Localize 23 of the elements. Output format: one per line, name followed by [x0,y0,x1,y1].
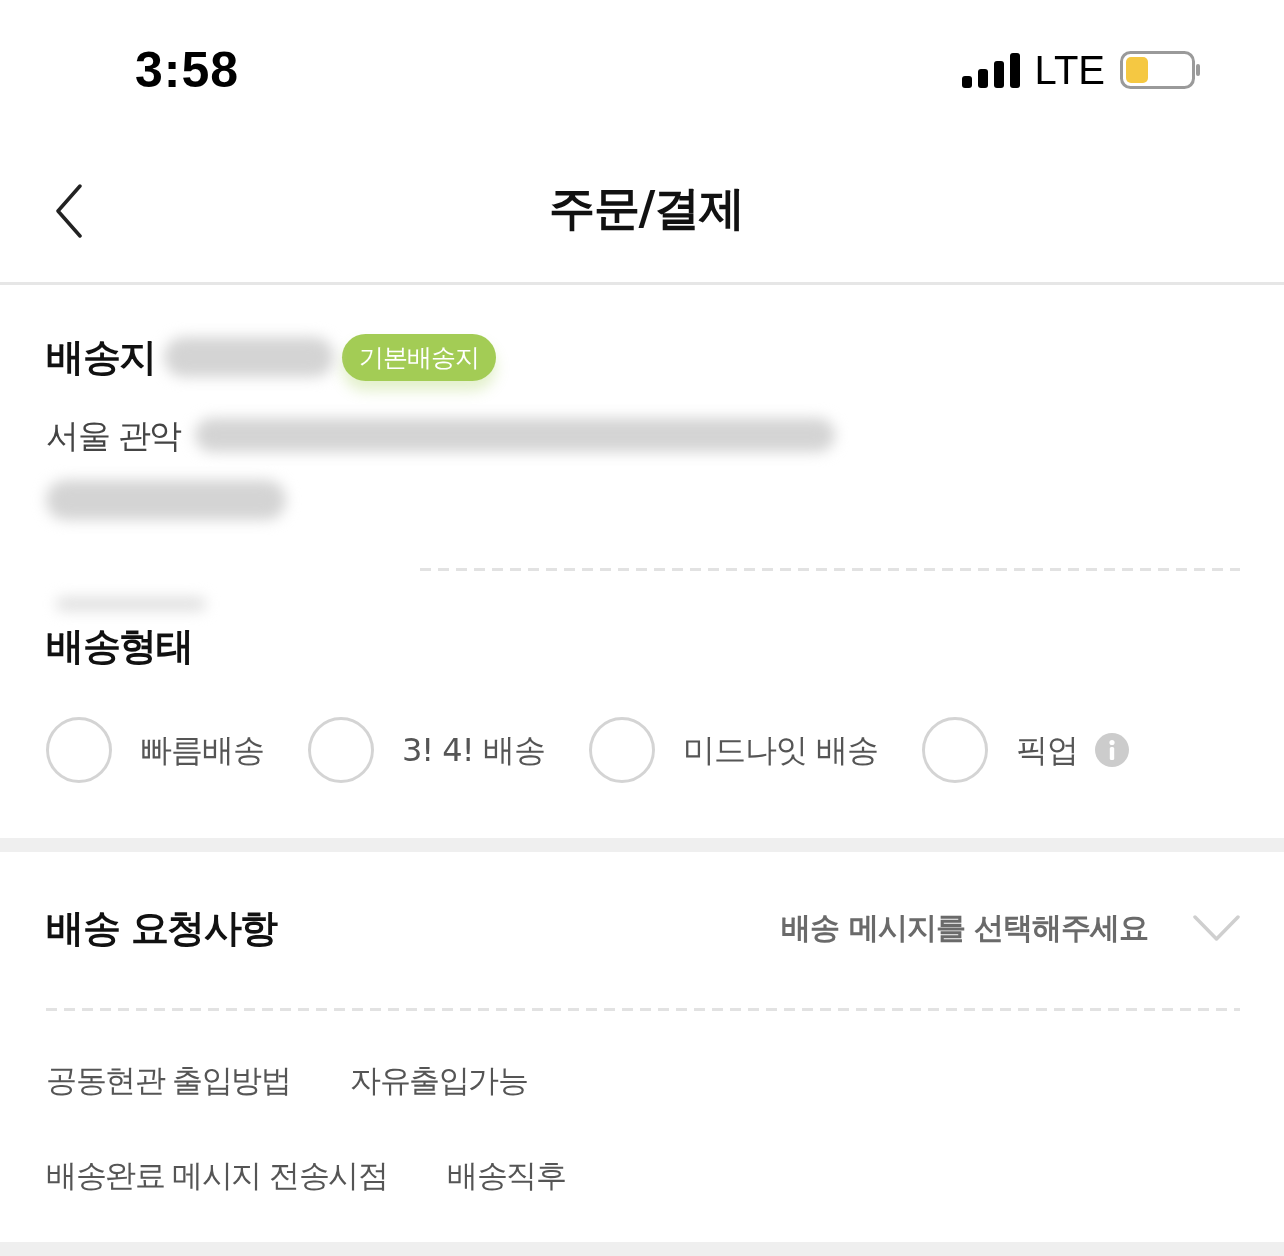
detail-value: 배송직후 [447,1159,566,1191]
chevron-left-icon [55,184,83,238]
radio-label[interactable]: 3! 4! 배송 [402,734,545,766]
section-heading: 배송 요청사항 [46,909,277,947]
page-title: 주문/결제 [548,180,745,237]
signal-icon [961,52,1020,88]
detail-label: 공동현관 출입방법 [46,1064,291,1096]
detail-label: 배송완료 메시지 전송시점 [46,1159,388,1191]
address-text: 서울 관악 [46,418,181,452]
network-label: LTE [1034,50,1105,90]
radio-label[interactable]: 빠름배송 [140,734,264,766]
section-heading: 배송지 [46,338,156,376]
info-icon[interactable] [1094,733,1129,767]
back-button[interactable] [55,184,83,238]
detail-value: 자유출입가능 [350,1064,528,1096]
section-heading: 배송형태 [46,627,192,665]
default-badge: 기본배송지 [341,333,496,381]
radio-label[interactable]: 픽업 [1015,734,1078,766]
battery-icon [1120,51,1200,89]
message-dropdown[interactable]: 배송 메시지를 선택해주세요 [781,903,1240,953]
status-time: 3:58 [135,45,240,95]
radio-label[interactable]: 미드나잇 배송 [682,734,878,766]
chevron-down-icon [1193,914,1240,942]
